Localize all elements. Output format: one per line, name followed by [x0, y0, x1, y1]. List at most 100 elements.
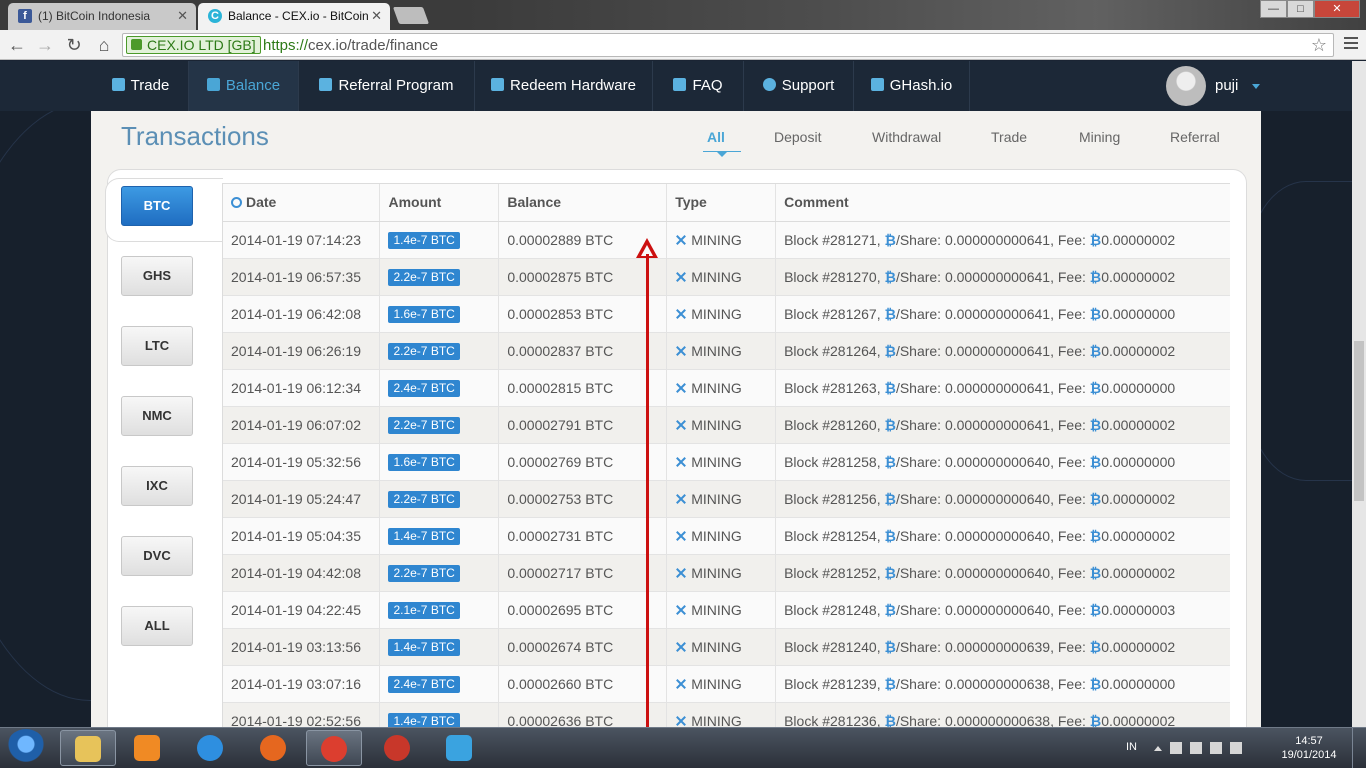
currency-button-ltc[interactable]: LTC	[121, 326, 193, 366]
taskbar-app-media-player[interactable]	[120, 730, 176, 766]
maximize-button[interactable]: □	[1287, 0, 1314, 18]
forward-button[interactable]: →	[34, 34, 56, 56]
flag-icon[interactable]	[1170, 742, 1182, 754]
currency-button-ghs[interactable]: GHS	[121, 256, 193, 296]
reload-button[interactable]: ↻	[63, 34, 85, 56]
shield-icon	[673, 78, 687, 91]
filter-tab-withdrawal[interactable]: Withdrawal	[872, 129, 941, 145]
new-tab-button[interactable]	[392, 7, 430, 24]
url-text[interactable]: https://cex.io/trade/finance	[263, 37, 438, 54]
window-controls: — □ ✕	[1260, 0, 1360, 18]
cexio-icon: C	[208, 9, 222, 23]
close-icon[interactable]: ✕	[371, 8, 382, 24]
address-bar[interactable]: CEX.IO LTD [GB] https://cex.io/trade/fin…	[122, 33, 1334, 57]
block-label: Block #281248,	[784, 601, 881, 618]
media-player-icon	[134, 735, 160, 761]
column-header-date[interactable]: Date	[223, 184, 381, 222]
taskbar-app-internet-explorer[interactable]	[183, 730, 239, 766]
share-value: 0.000000000641,	[944, 379, 1054, 396]
currency-button-btc[interactable]: BTC	[121, 186, 193, 226]
ev-certificate-badge[interactable]: CEX.IO LTD [GB]	[126, 36, 261, 54]
nav-item-referral-program[interactable]: Referral Program	[299, 61, 475, 111]
minimize-button[interactable]: —	[1260, 0, 1287, 18]
show-hidden-icons-icon[interactable]	[1154, 746, 1162, 751]
close-icon[interactable]: ✕	[177, 8, 188, 24]
avatar[interactable]	[1166, 66, 1206, 106]
pickaxe-icon	[675, 308, 687, 320]
currency-button-dvc[interactable]: DVC	[121, 536, 193, 576]
nav-item-trade[interactable]: Trade	[93, 61, 189, 111]
balance-cell: 0.00002660 BTC	[498, 665, 668, 703]
nav-item-ghash[interactable]: GHash.io	[854, 61, 970, 111]
column-header-type[interactable]: Type	[666, 184, 777, 222]
currency-button-all[interactable]: ALL	[121, 606, 193, 646]
fee-value: 0.00000002	[1101, 268, 1176, 285]
type-label: MINING	[691, 305, 742, 322]
chrome-icon	[321, 736, 347, 762]
page-scrollbar[interactable]	[1352, 61, 1366, 727]
device-icon[interactable]	[1190, 742, 1202, 754]
chevron-down-icon[interactable]	[1252, 84, 1260, 89]
username[interactable]: puji	[1215, 77, 1238, 94]
amount-badge: 1.6e-7 BTC	[388, 453, 460, 471]
nav-item-faq[interactable]: FAQ	[653, 61, 744, 111]
bookmark-star-icon[interactable]: ☆	[1311, 35, 1327, 56]
chart-icon	[111, 78, 125, 91]
nav-item-support[interactable]: Support	[744, 61, 854, 111]
column-header-comment[interactable]: Comment	[775, 184, 1230, 222]
bitcoin-icon: ₿	[884, 305, 896, 322]
filter-tab-deposit[interactable]: Deposit	[774, 129, 821, 145]
filter-tab-mining[interactable]: Mining	[1079, 129, 1120, 145]
windows-taskbar: IN 14:57 19/01/2014	[0, 727, 1366, 768]
chrome-menu-button[interactable]	[1344, 37, 1358, 52]
app-red-icon	[384, 735, 410, 761]
show-desktop-button[interactable]	[1352, 728, 1366, 768]
close-window-button[interactable]: ✕	[1314, 0, 1360, 18]
nav-item-balance[interactable]: Balance	[189, 61, 299, 111]
taskbar-app-stock-chart[interactable]	[432, 730, 488, 766]
bitcoin-icon: ₿	[1089, 342, 1102, 359]
network-icon[interactable]	[1210, 742, 1222, 754]
bitcoin-icon: ₿	[884, 342, 896, 359]
home-button[interactable]: ⌂	[93, 34, 115, 56]
scrollbar-thumb[interactable]	[1354, 341, 1364, 501]
language-indicator[interactable]: IN	[1126, 741, 1137, 753]
pickaxe-icon	[675, 530, 687, 542]
back-button[interactable]: ←	[6, 34, 28, 56]
amount-badge: 1.6e-7 BTC	[388, 305, 460, 323]
date-cell: 2014-01-19 05:32:56	[223, 443, 381, 481]
bitcoin-icon: ₿	[884, 638, 896, 655]
nav-item-label: Referral Program	[338, 77, 454, 94]
browser-tab-1[interactable]: C Balance - CEX.io - BitCoin ✕	[198, 3, 390, 30]
filter-tab-all[interactable]: All	[703, 129, 741, 157]
windows-start-button[interactable]	[6, 729, 46, 767]
volume-icon[interactable]	[1230, 742, 1242, 754]
nav-item-redeem-hardware[interactable]: Redeem Hardware	[475, 61, 653, 111]
clock-icon	[231, 197, 242, 209]
fee-label: Fee:	[1057, 527, 1086, 544]
pickaxe-icon	[675, 419, 687, 431]
column-header-balance[interactable]: Balance	[498, 184, 668, 222]
date-cell: 2014-01-19 03:07:16	[223, 665, 381, 703]
filter-tab-trade[interactable]: Trade	[991, 129, 1027, 145]
system-clock[interactable]: 14:57 19/01/2014	[1276, 734, 1342, 762]
currency-button-nmc[interactable]: NMC	[121, 396, 193, 436]
balance-cell: 0.00002717 BTC	[498, 554, 668, 592]
taskbar-app-chrome[interactable]	[306, 730, 362, 766]
filter-tab-referral[interactable]: Referral	[1170, 129, 1220, 145]
browser-tab-0[interactable]: f (1) BitCoin Indonesia ✕	[8, 3, 196, 30]
taskbar-app-app-red[interactable]	[370, 730, 426, 766]
taskbar-app-firefox[interactable]	[246, 730, 302, 766]
amount-cell: 1.4e-7 BTC	[379, 628, 500, 666]
type-label: MINING	[691, 527, 742, 544]
type-cell: MINING	[666, 221, 777, 259]
share-label: /Share:	[895, 601, 942, 618]
block-label: Block #281264,	[784, 342, 881, 359]
taskbar-app-explorer[interactable]	[60, 730, 116, 766]
column-header-amount[interactable]: Amount	[379, 184, 500, 222]
block-label: Block #281271,	[784, 231, 881, 248]
active-indicator	[703, 151, 741, 161]
currency-button-ixc[interactable]: IXC	[121, 466, 193, 506]
share-value: 0.000000000641,	[944, 231, 1054, 248]
balance-cell: 0.00002815 BTC	[498, 369, 668, 407]
